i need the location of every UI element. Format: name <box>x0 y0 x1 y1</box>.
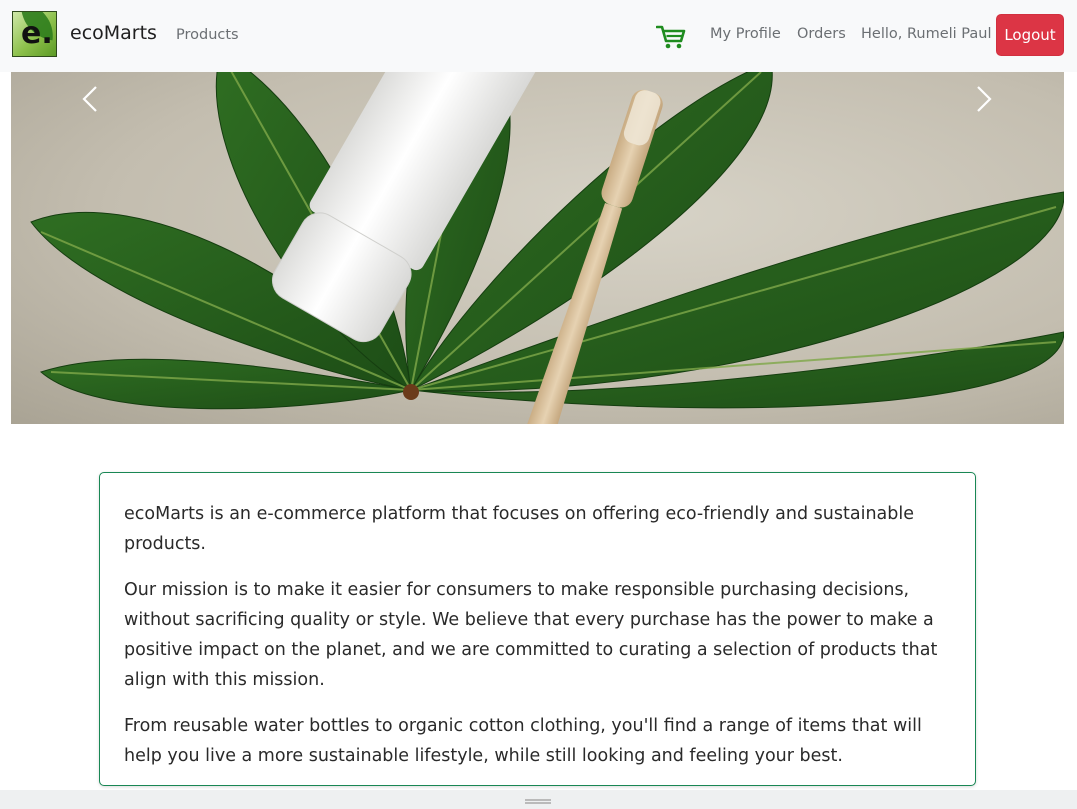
shopping-cart-icon[interactable] <box>656 24 686 50</box>
about-paragraph: Our mission is to make it easier for con… <box>124 580 938 690</box>
brand-name[interactable]: ecoMarts <box>70 21 157 45</box>
nav-link-orders[interactable]: Orders <box>797 25 846 43</box>
bottom-strip <box>0 790 1077 809</box>
about-paragraph: ecoMarts is an e-commerce platform that … <box>124 504 914 554</box>
chevron-right-icon[interactable] <box>973 84 995 114</box>
chevron-left-icon[interactable] <box>79 84 101 114</box>
logout-button[interactable]: Logout <box>996 14 1064 56</box>
logo-letter: e. <box>21 16 53 51</box>
user-greeting: Hello, Rumeli Paul <box>861 26 992 42</box>
nav-link-my-profile[interactable]: My Profile <box>710 25 781 43</box>
resize-grip-icon[interactable] <box>525 799 551 805</box>
about-paragraph: From reusable water bottles to organic c… <box>124 716 922 766</box>
navbar: e. ecoMarts Products My Profile Orders H… <box>0 0 1077 72</box>
nav-link-products[interactable]: Products <box>176 26 239 44</box>
about-card: ecoMarts is an e-commerce platform that … <box>99 472 976 786</box>
hero-carousel <box>11 72 1064 424</box>
ecomarts-logo[interactable]: e. <box>12 11 57 57</box>
hero-image <box>30 72 1064 424</box>
